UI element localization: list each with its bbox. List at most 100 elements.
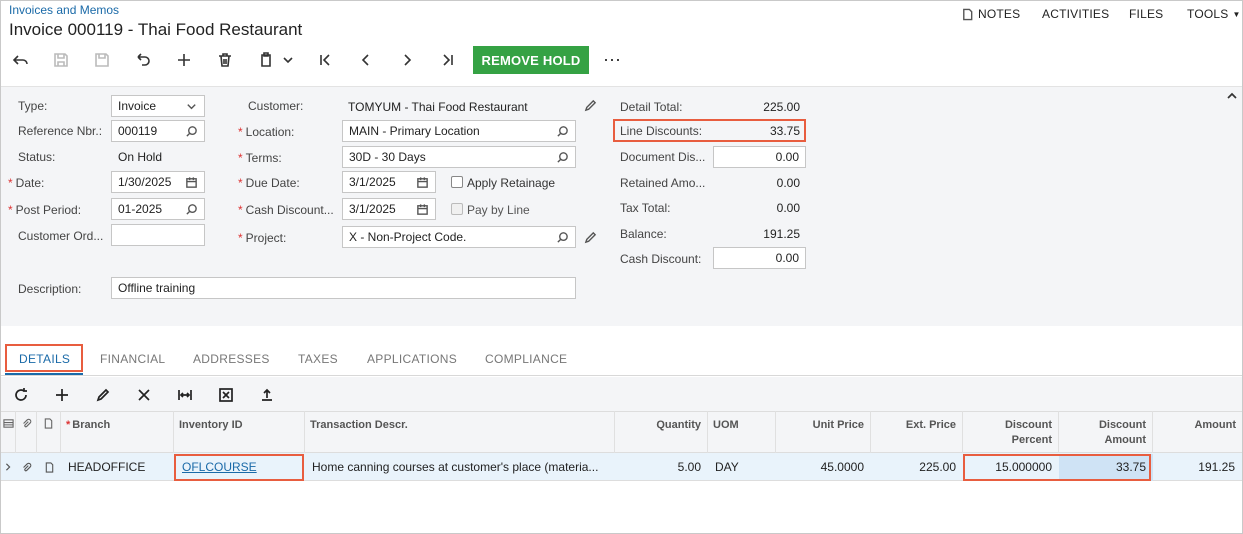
cell-uom[interactable]: DAY [708,453,776,481]
refresh-icon[interactable] [10,384,32,406]
more-menu-icon[interactable]: ⋯ [603,50,622,71]
column-header-inventory-id[interactable]: Inventory ID [174,411,305,453]
pay-by-line-label: Pay by Line [467,203,530,217]
reference-nbr-input[interactable]: 000119 [111,120,205,142]
fit-columns-icon[interactable] [174,384,196,406]
customer-order-input[interactable] [111,224,205,246]
column-header-discount-percent-line2: Percent [1011,434,1052,446]
column-header-branch[interactable]: * Branch [61,411,174,453]
search-icon[interactable] [555,150,569,164]
chevron-down-icon[interactable] [279,48,297,72]
copy-paste-icon[interactable] [254,48,278,72]
last-icon[interactable] [436,48,460,72]
inventory-id-link[interactable]: OFLCOURSE [181,460,257,474]
calendar-icon[interactable] [184,175,198,189]
column-header-ext-price-label: Ext. Price [905,419,956,431]
add-icon[interactable] [172,48,196,72]
column-header-branch-label: Branch [72,419,111,431]
delete-row-icon[interactable] [133,384,155,406]
grid-settings-icon[interactable] [1,411,16,453]
first-icon[interactable] [313,48,337,72]
row-attachment-icon[interactable] [21,453,35,481]
due-date-input[interactable]: 3/1/2025 [342,171,436,193]
cell-branch[interactable]: HEADOFFICE [61,453,174,481]
chevron-down-icon [184,99,198,113]
search-icon[interactable] [184,124,198,138]
pencil-icon[interactable] [583,230,597,244]
notes-button[interactable]: NOTES [960,7,1020,21]
cell-inventory-id[interactable]: OFLCOURSE [174,453,305,481]
description-input[interactable]: Offline training [111,277,576,299]
activities-button[interactable]: ACTIVITIES [1042,7,1109,21]
next-icon[interactable] [395,48,419,72]
cell-quantity[interactable]: 5.00 [615,453,708,481]
edit-icon[interactable] [92,384,114,406]
add-row-icon[interactable] [51,384,73,406]
delete-icon[interactable] [213,48,237,72]
export-excel-icon[interactable] [215,384,237,406]
date-label: * Date: [8,176,45,190]
cash-discount-input[interactable]: 0.00 [713,247,806,269]
column-header-unit-price[interactable]: Unit Price [776,411,871,453]
column-header-discount-amount[interactable]: Discount Amount [1059,411,1153,453]
search-icon[interactable] [555,124,569,138]
remove-hold-button[interactable]: REMOVE HOLD [473,46,589,74]
pay-by-line-checkbox[interactable] [451,203,463,215]
files-button[interactable]: FILES [1129,7,1163,21]
status-label: Status: [18,150,56,164]
tab-compliance[interactable]: COMPLIANCE [485,352,567,366]
undo-icon[interactable] [131,48,155,72]
cash-discount-date-input[interactable]: 3/1/2025 [342,198,436,220]
date-input[interactable]: 1/30/2025 [111,171,205,193]
pencil-icon[interactable] [583,98,597,112]
reference-nbr-value: 000119 [118,124,158,138]
cell-unit-price[interactable]: 45.0000 [776,453,871,481]
search-icon[interactable] [184,202,198,216]
collapse-icon[interactable] [1226,90,1238,105]
column-header-uom[interactable]: UOM [708,411,776,453]
cash-discount-date-label-text: Cash Discount... [245,203,334,217]
cash-discount-value: 0.00 [775,251,799,265]
column-header-transaction-descr[interactable]: Transaction Descr. [305,411,615,453]
column-header-ext-price[interactable]: Ext. Price [871,411,963,453]
calendar-icon[interactable] [415,175,429,189]
project-input[interactable]: X - Non-Project Code. [342,226,576,248]
tab-details[interactable]: DETAILS [19,352,70,366]
calendar-icon[interactable] [415,202,429,216]
page-title: Invoice 000119 - Thai Food Restaurant [9,20,303,39]
terms-input[interactable]: 30D - 30 Days [342,146,576,168]
customer-value[interactable]: TOMYUM - Thai Food Restaurant [348,100,528,114]
location-input[interactable]: MAIN - Primary Location [342,120,576,142]
row-expand-icon[interactable] [4,453,14,481]
save-icon[interactable] [90,48,114,72]
type-select[interactable]: Invoice [111,95,205,117]
search-icon[interactable] [555,230,569,244]
column-header-discount-percent[interactable]: Discount Percent [963,411,1059,453]
cell-discount-amount[interactable]: 33.75 [1059,453,1153,481]
row-note-icon[interactable] [44,453,58,481]
previous-icon[interactable] [354,48,378,72]
cell-transaction-descr[interactable]: Home canning courses at customer's place… [305,453,615,481]
attachment-column-icon [16,411,37,453]
post-period-label: * Post Period: [8,203,82,217]
column-header-amount[interactable]: Amount [1153,411,1242,453]
type-value: Invoice [118,99,157,113]
upload-icon[interactable] [256,384,278,406]
cell-amount[interactable]: 191.25 [1153,453,1242,481]
tab-financial[interactable]: FINANCIAL [100,352,165,366]
apply-retainage-checkbox[interactable] [451,176,463,188]
document-discount-input[interactable]: 0.00 [713,146,806,168]
column-header-quantity[interactable]: Quantity [615,411,708,453]
save-close-icon[interactable] [49,48,73,72]
tab-addresses[interactable]: ADDRESSES [193,352,270,366]
breadcrumb[interactable]: Invoices and Memos [9,3,119,17]
cell-ext-price[interactable]: 225.00 [871,453,963,481]
tab-taxes[interactable]: TAXES [298,352,338,366]
cash-discount-label: Cash Discount: [620,252,702,266]
tab-applications[interactable]: APPLICATIONS [367,352,457,366]
back-icon[interactable] [8,48,32,72]
column-header-discount-amount-line1: Discount [1098,419,1146,431]
cell-discount-percent[interactable]: 15.000000 [963,453,1059,481]
post-period-input[interactable]: 01-2025 [111,198,205,220]
tools-button[interactable]: TOOLS ▼ [1187,7,1241,21]
